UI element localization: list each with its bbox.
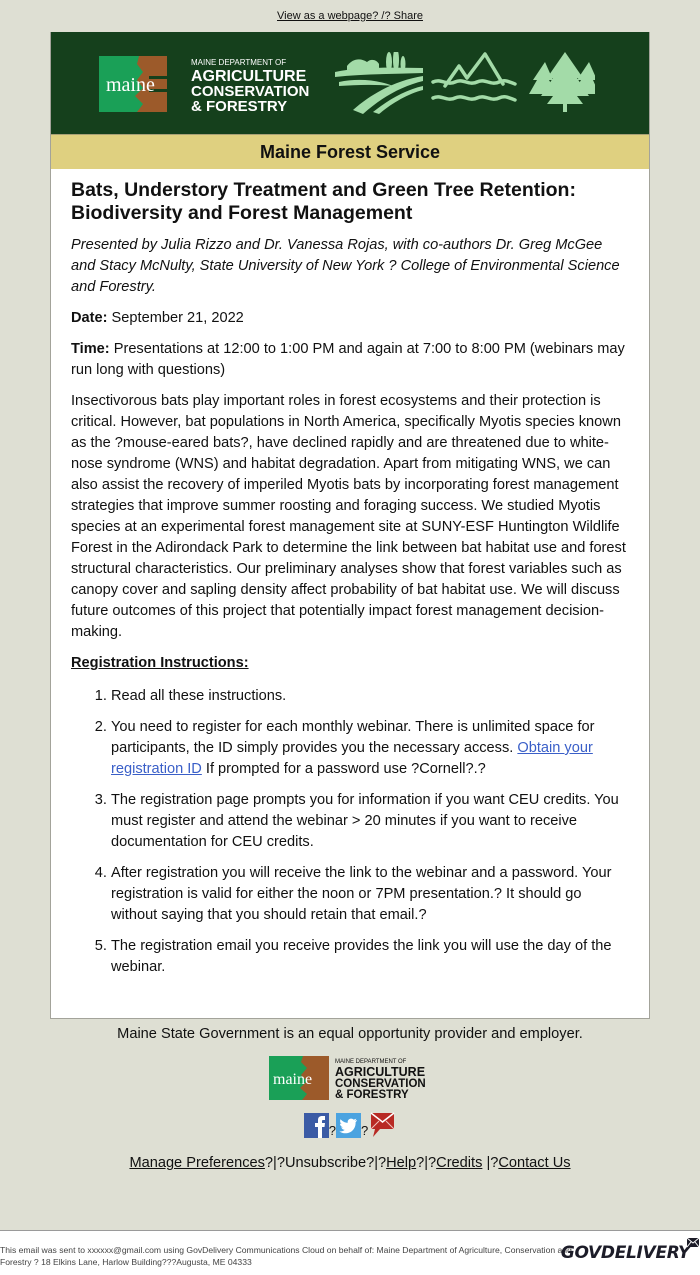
farm-fields-icon <box>335 52 423 114</box>
svg-text:& FORESTRY: & FORESTRY <box>335 1089 409 1100</box>
contact-us-link[interactable]: Contact Us <box>498 1155 570 1171</box>
view-as-webpage-link[interactable]: View as a webpage? /? Share <box>277 10 423 22</box>
date-value: September 21, 2022 <box>107 310 244 326</box>
social-links: ? ? <box>0 1111 700 1141</box>
credits-link[interactable]: Credits <box>436 1155 482 1171</box>
help-link[interactable]: Help <box>386 1155 416 1171</box>
mountain-water-icon <box>431 52 517 102</box>
twitter-icon[interactable] <box>336 1113 361 1138</box>
logo-line1: MAINE DEPARTMENT OF <box>191 58 286 67</box>
govdelivery-envelope-icon <box>686 1237 700 1248</box>
registration-step: After registration you will receive the … <box>111 863 629 926</box>
delivery-disclaimer: This email was sent to xxxxxx@gmail.com … <box>0 1245 572 1267</box>
pine-trees-icon <box>529 52 595 112</box>
maine-dacf-logo: maine MAINE DEPARTMENT OF AGRICULTURE CO… <box>99 56 309 112</box>
equal-opportunity-statement: Maine State Government is an equal oppor… <box>117 1026 583 1042</box>
email-card: maine MAINE DEPARTMENT OF AGRICULTURE CO… <box>50 32 650 1019</box>
registration-heading: Registration Instructions: <box>71 655 249 671</box>
event-date: Date: September 21, 2022 <box>71 308 629 329</box>
facebook-icon[interactable] <box>303 1113 329 1138</box>
footer-links: Manage Preferences?|?Unsubscribe?|?Help?… <box>129 1155 571 1171</box>
registration-step: Read all these instructions. <box>111 686 629 707</box>
header-banner: maine MAINE DEPARTMENT OF AGRICULTURE CO… <box>51 32 649 134</box>
logo-word: maine <box>106 74 155 96</box>
registration-steps: Read all these instructions. You need to… <box>71 686 629 978</box>
svg-text:AGRICULTURE: AGRICULTURE <box>335 1065 425 1079</box>
time-label: Time: <box>71 341 110 357</box>
email-icon[interactable] <box>368 1111 396 1138</box>
unsubscribe-link[interactable]: Unsubscribe <box>285 1155 366 1171</box>
registration-step: You need to register for each monthly we… <box>111 717 629 780</box>
event-time: Time: Presentations at 12:00 to 1:00 PM … <box>71 339 629 381</box>
logo-line4: & FORESTRY <box>191 98 287 112</box>
service-name-bar: Maine Forest Service <box>51 134 649 169</box>
banner-icons <box>335 52 595 114</box>
time-value: Presentations at 12:00 to 1:00 PM and ag… <box>71 341 625 378</box>
article: Bats, Understory Treatment and Green Tre… <box>51 169 649 1018</box>
top-bar: View as a webpage? /? Share <box>0 0 700 32</box>
govdelivery-footer: This email was sent to xxxxxx@gmail.com … <box>0 1230 700 1275</box>
presenters: Presented by Julia Rizzo and Dr. Vanessa… <box>71 237 620 295</box>
registration-step: The registration page prompts you for in… <box>111 790 629 853</box>
footer-dacf-logo: maine MAINE DEPARTMENT OF AGRICULTURE CO… <box>269 1056 426 1101</box>
article-body: Insectivorous bats play important roles … <box>71 393 626 640</box>
manage-preferences-link[interactable]: Manage Preferences <box>129 1155 264 1171</box>
article-title: Bats, Understory Treatment and Green Tre… <box>71 179 576 224</box>
govdelivery-logo[interactable]: GOVDELIVERY <box>561 1243 690 1263</box>
registration-step: The registration email you receive provi… <box>111 936 629 978</box>
footer: Maine State Government is an equal oppor… <box>0 1020 700 1171</box>
footer-logo-word: maine <box>273 1071 312 1088</box>
date-label: Date: <box>71 310 108 326</box>
